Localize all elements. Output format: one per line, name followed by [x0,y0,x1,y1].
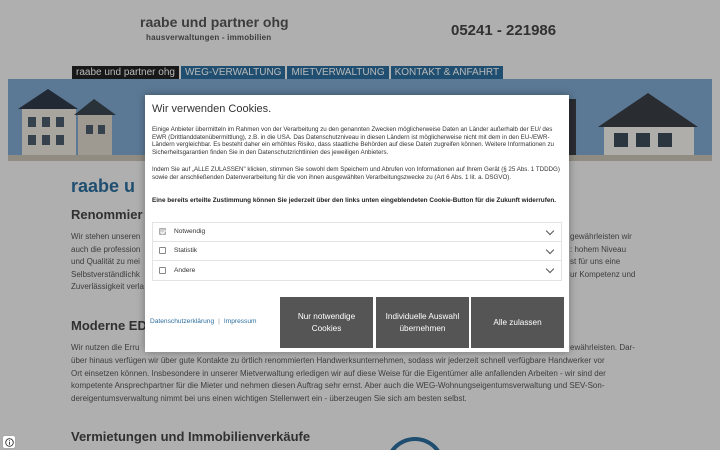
category-label: Notwendig [174,228,206,236]
chevron-down-icon[interactable] [545,226,555,236]
necessary-cookies-button[interactable]: Nur notwendige Cookies [280,297,373,348]
category-notwendig[interactable]: Notwendig [152,222,562,242]
cookie-paragraph-third-country: Einige Anbieter übermitteln im Rahmen vo… [152,126,554,156]
category-andere[interactable]: Andere [152,261,562,281]
imprint-link[interactable]: Impressum [224,318,257,325]
cookie-dialog-title: Wir verwenden Cookies. [152,103,272,115]
checkbox-andere[interactable] [159,266,166,274]
link-separator: | [218,318,220,325]
accept-all-button[interactable]: Alle zulassen [471,297,564,348]
category-statistik[interactable]: Statistik [152,241,562,261]
cookie-settings-icon[interactable] [2,435,16,449]
cookie-revoke-note: Eine bereits erteilte Zustimmung können … [152,197,557,204]
category-label: Statistik [174,247,198,255]
privacy-policy-link[interactable]: Datenschutzerklärung [150,318,214,325]
cookie-paragraph-consent: Indem Sie auf „ALLE ZULASSEN" klicken, s… [152,166,560,181]
individual-selection-button[interactable]: Individuelle Auswahl übernehmen [376,297,469,348]
info-icon [4,437,14,447]
cookie-consent-dialog: Wir verwenden Cookies. Einige Anbieter ü… [145,95,569,352]
cookie-footer-links: Datenschutzerklärung | Impressum [150,318,256,325]
chevron-down-icon[interactable] [545,245,555,254]
category-label: Andere [174,266,196,274]
chevron-down-icon[interactable] [545,264,555,274]
cookie-categories: Notwendig Statistik Andere [152,222,562,281]
checkbox-statistik[interactable] [159,247,166,255]
checkbox-notwendig [159,228,166,236]
